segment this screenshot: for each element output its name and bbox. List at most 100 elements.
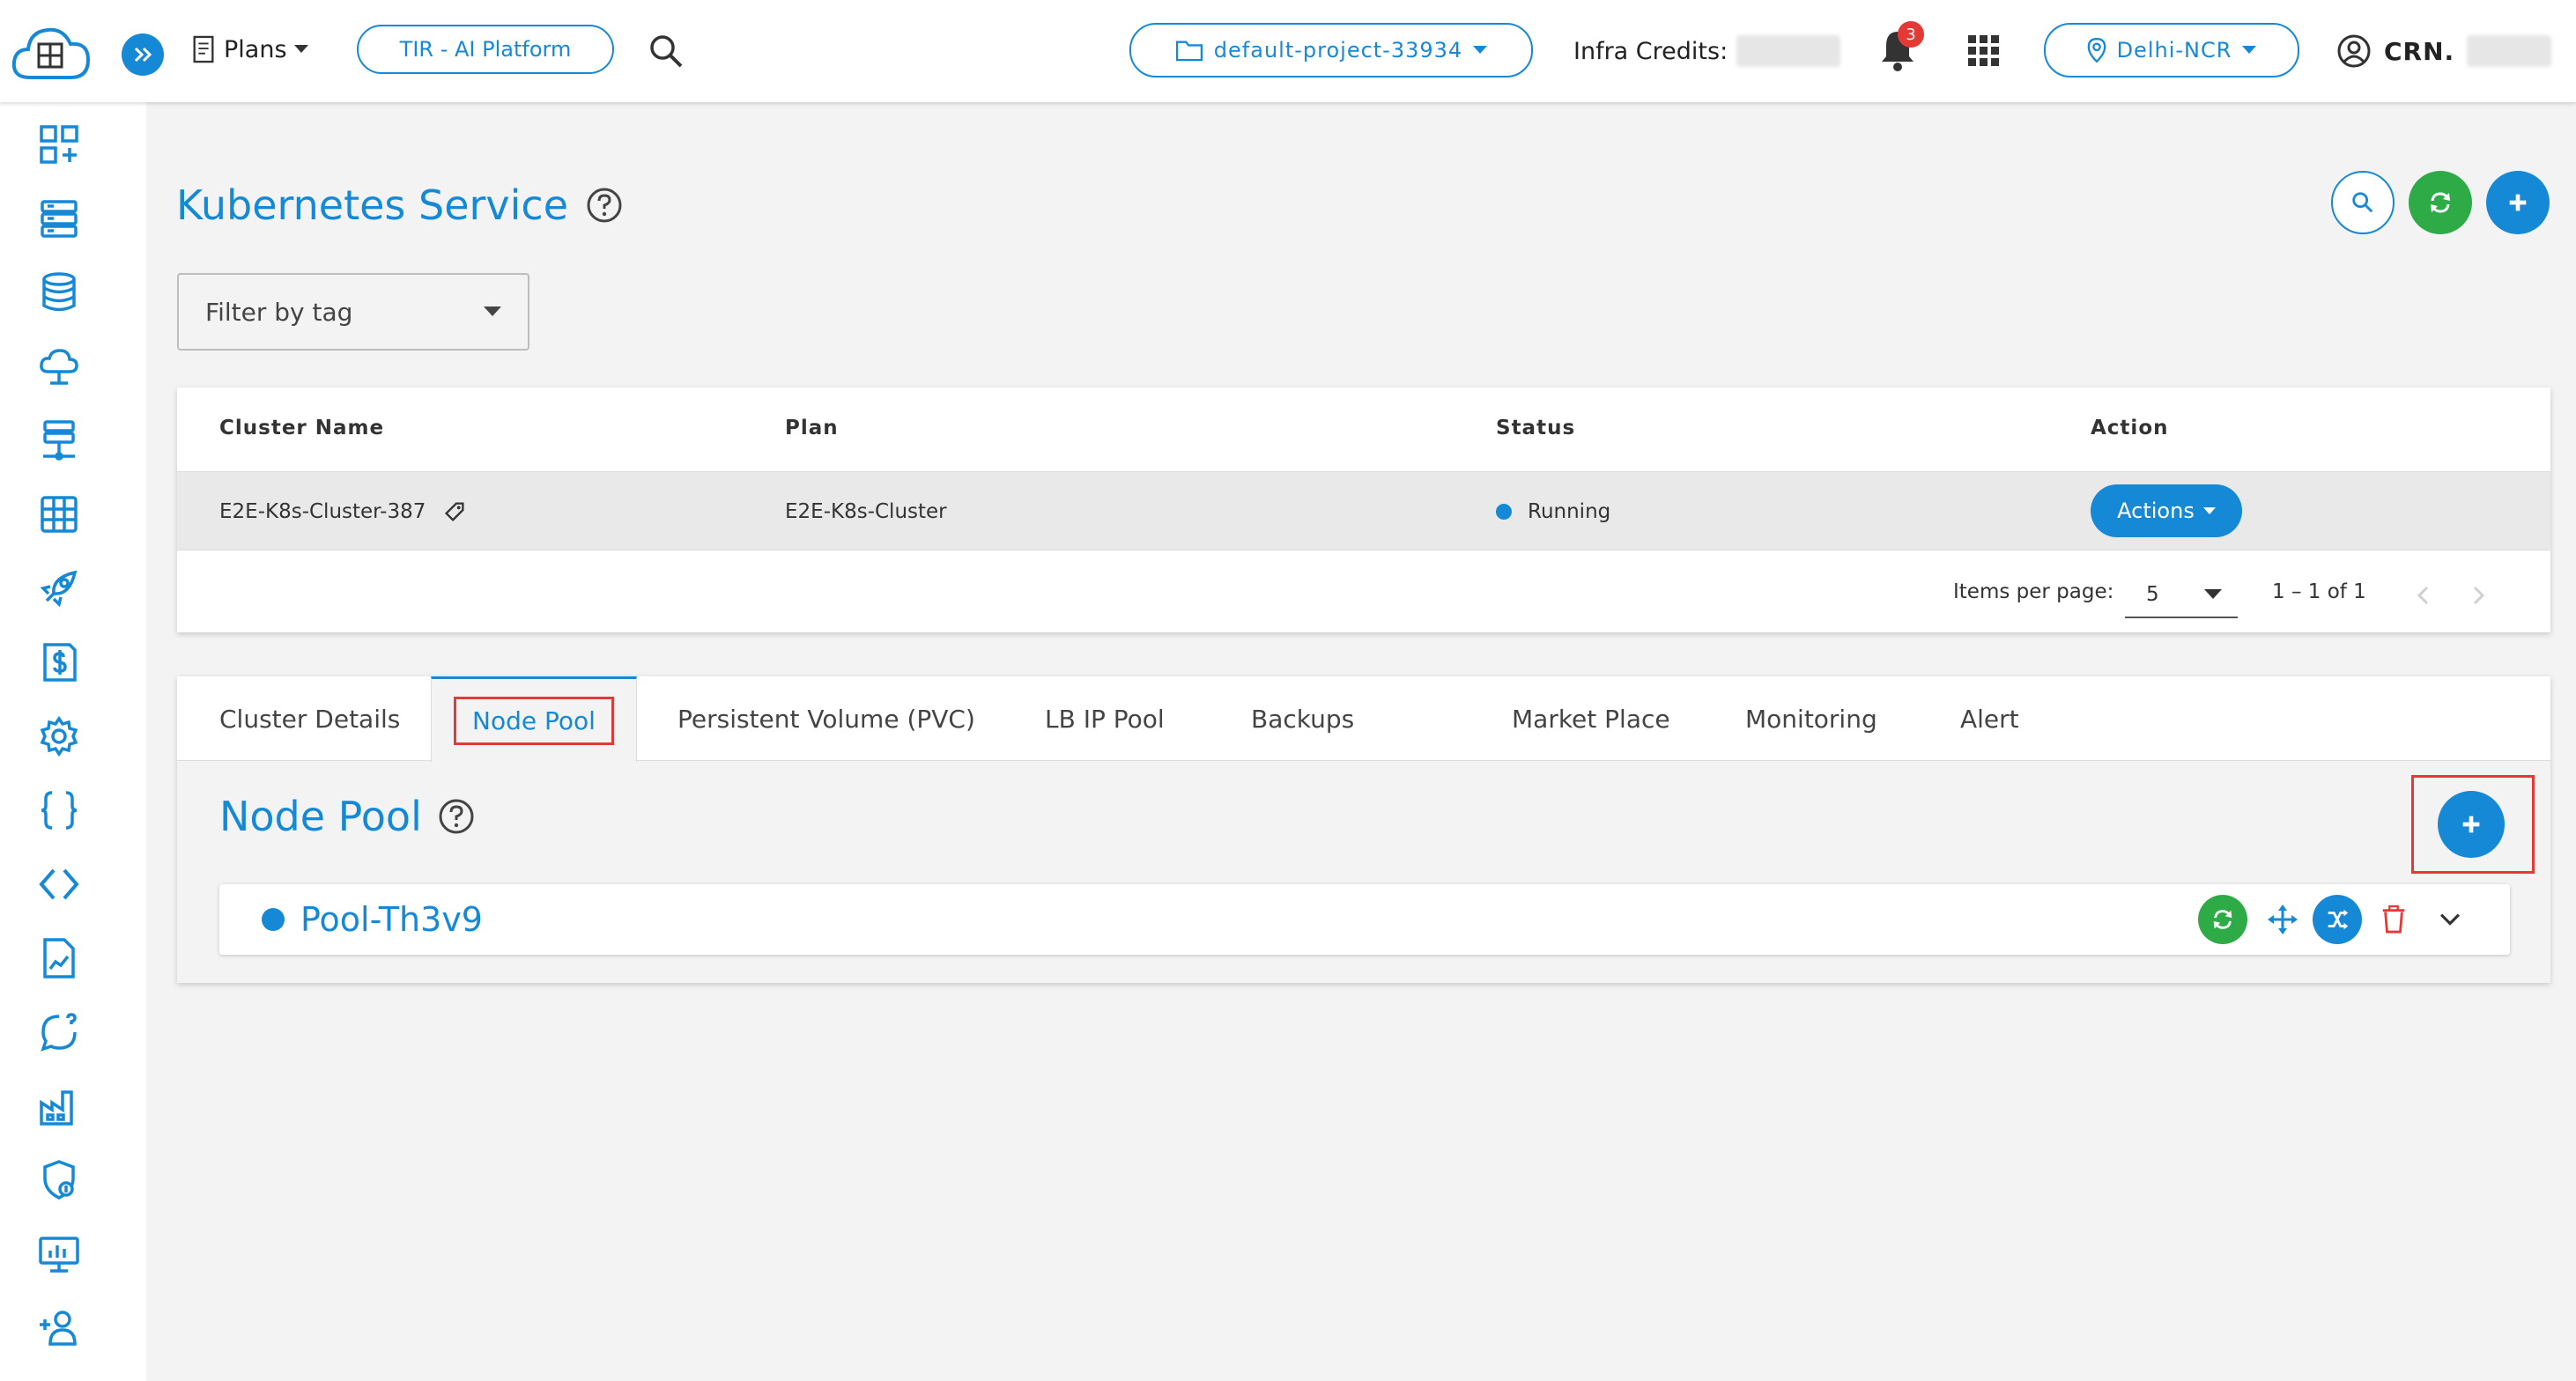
search-icon[interactable] <box>647 32 685 70</box>
pool-name: Pool-Th3v9 <box>262 884 483 955</box>
tab-bar: Cluster Details Node Pool Persistent Vol… <box>177 676 2550 762</box>
document-chart-icon[interactable] <box>36 935 82 981</box>
items-per-page-select[interactable]: 5 <box>2125 572 2238 618</box>
items-per-page-value: 5 <box>2146 583 2159 606</box>
account-menu[interactable]: CRN. <box>2336 30 2552 72</box>
infra-credits-label: Infra Credits: <box>1573 37 1728 65</box>
e2e-cloud-logo[interactable] <box>9 19 93 86</box>
pool-autoscale-button[interactable] <box>2313 895 2362 944</box>
plans-label: Plans <box>224 35 287 63</box>
page-title-text: Kubernetes Service <box>176 181 569 229</box>
caret-down-icon <box>484 306 501 316</box>
tab-label: LB IP Pool <box>1045 704 1165 734</box>
cloud-upload-icon[interactable] <box>36 343 82 389</box>
security-shield-icon[interactable] <box>36 1157 82 1203</box>
curly-braces-icon[interactable] <box>36 787 82 833</box>
pool-refresh-button[interactable] <box>2198 895 2247 944</box>
support-chat-icon[interactable] <box>36 1009 82 1055</box>
pool-expand-button[interactable] <box>2425 895 2475 944</box>
location-pin-icon <box>2087 38 2106 63</box>
help-circle-icon[interactable] <box>438 798 475 835</box>
plans-document-icon <box>193 35 214 63</box>
add-node-pool-button[interactable] <box>2438 791 2505 858</box>
filter-by-tag-label: Filter by tag <box>205 297 353 327</box>
tir-platform-button[interactable]: TIR - AI Platform <box>357 25 614 74</box>
actions-dropdown-button[interactable]: Actions <box>2091 484 2242 537</box>
tab-backups[interactable]: Backups <box>1251 676 1354 761</box>
search-clusters-button[interactable] <box>2331 171 2395 234</box>
tab-alert[interactable]: Alert <box>1960 676 2019 761</box>
cell-plan: E2E-K8s-Cluster <box>785 472 947 551</box>
tab-lb-ip-pool[interactable]: LB IP Pool <box>1045 676 1165 761</box>
pool-status-dot <box>262 908 285 931</box>
apps-grid-icon[interactable] <box>1968 35 2000 67</box>
plus-icon <box>2462 816 2480 833</box>
code-brackets-icon[interactable] <box>36 861 82 907</box>
tab-market-place[interactable]: Market Place <box>1512 676 1670 761</box>
filter-by-tag-select[interactable]: Filter by tag <box>177 273 529 351</box>
cell-status: Running <box>1496 472 1610 551</box>
edit-tag-icon[interactable] <box>441 498 468 525</box>
chevron-down-icon <box>2439 913 2461 926</box>
crn-value-redacted <box>2467 35 2552 67</box>
pool-resize-button[interactable] <box>2258 895 2307 944</box>
shuffle-icon <box>2328 909 2349 930</box>
user-circle-icon <box>2337 34 2371 68</box>
folder-icon <box>1175 41 1203 62</box>
tir-platform-label: TIR - AI Platform <box>399 37 572 62</box>
project-label: default-project-33934 <box>1213 38 1463 63</box>
notifications-button[interactable]: 3 <box>1876 21 1924 74</box>
pool-delete-button[interactable] <box>2369 895 2418 944</box>
caret-down-icon <box>2242 46 2257 54</box>
project-selector[interactable]: default-project-33934 <box>1129 23 1533 78</box>
plan-text: E2E-K8s-Cluster <box>785 500 947 523</box>
caret-down-icon <box>293 45 308 53</box>
database-icon[interactable] <box>36 270 82 315</box>
refresh-icon <box>2213 910 2232 929</box>
factory-icon[interactable] <box>36 1083 82 1129</box>
add-user-icon[interactable] <box>36 1305 82 1351</box>
server-icon[interactable] <box>36 196 82 241</box>
tab-monitoring[interactable]: Monitoring <box>1745 676 1877 761</box>
tab-label: Node Pool <box>454 696 614 745</box>
dashboard-add-icon[interactable] <box>36 122 82 167</box>
rocket-icon[interactable] <box>36 565 82 611</box>
tab-node-pool[interactable]: Node Pool <box>431 676 637 762</box>
refresh-button[interactable] <box>2409 171 2472 234</box>
double-chevron-right-icon <box>134 47 152 63</box>
plans-menu[interactable]: Plans <box>190 26 308 72</box>
network-server-icon[interactable] <box>36 417 82 463</box>
expand-sidebar-button[interactable] <box>122 33 164 76</box>
move-arrows-icon <box>2268 905 2298 934</box>
pool-name-text: Pool-Th3v9 <box>300 900 483 939</box>
node-pool-title-text: Node Pool <box>219 793 422 840</box>
search-icon <box>2352 192 2373 213</box>
create-cluster-button[interactable] <box>2486 171 2550 234</box>
monitor-chart-icon[interactable] <box>36 1231 82 1277</box>
grid-table-icon[interactable] <box>36 491 82 537</box>
cell-cluster-name: E2E-K8s-Cluster-387 <box>219 472 468 551</box>
caret-down-icon <box>1473 46 1488 54</box>
help-circle-icon[interactable] <box>586 187 623 224</box>
region-selector[interactable]: Delhi-NCR <box>2044 23 2299 78</box>
caret-down-icon <box>2204 589 2222 599</box>
status-running-dot <box>1496 504 1512 520</box>
tab-persistent-volume[interactable]: Persistent Volume (PVC) <box>677 676 975 761</box>
sidebar <box>0 102 146 1381</box>
billing-icon[interactable] <box>36 639 82 685</box>
previous-page-icon[interactable] <box>2411 583 2436 608</box>
next-page-icon[interactable] <box>2466 583 2491 608</box>
cluster-name-text: E2E-K8s-Cluster-387 <box>219 500 426 523</box>
tab-label: Cluster Details <box>219 704 401 734</box>
tab-cluster-details[interactable]: Cluster Details <box>219 676 400 761</box>
cluster-table: Cluster Name Plan Status Action E2E-K8s-… <box>177 388 2550 632</box>
node-pool-row[interactable]: Pool-Th3v9 <box>219 884 2510 955</box>
settings-gear-icon[interactable] <box>36 713 82 759</box>
plus-icon <box>2509 194 2527 211</box>
region-label: Delhi-NCR <box>2116 38 2232 63</box>
column-header-plan: Plan <box>785 417 839 439</box>
page-title: Kubernetes Service <box>176 181 623 229</box>
status-text: Running <box>1528 500 1611 523</box>
column-header-status: Status <box>1496 417 1576 439</box>
refresh-icon <box>2431 192 2450 213</box>
